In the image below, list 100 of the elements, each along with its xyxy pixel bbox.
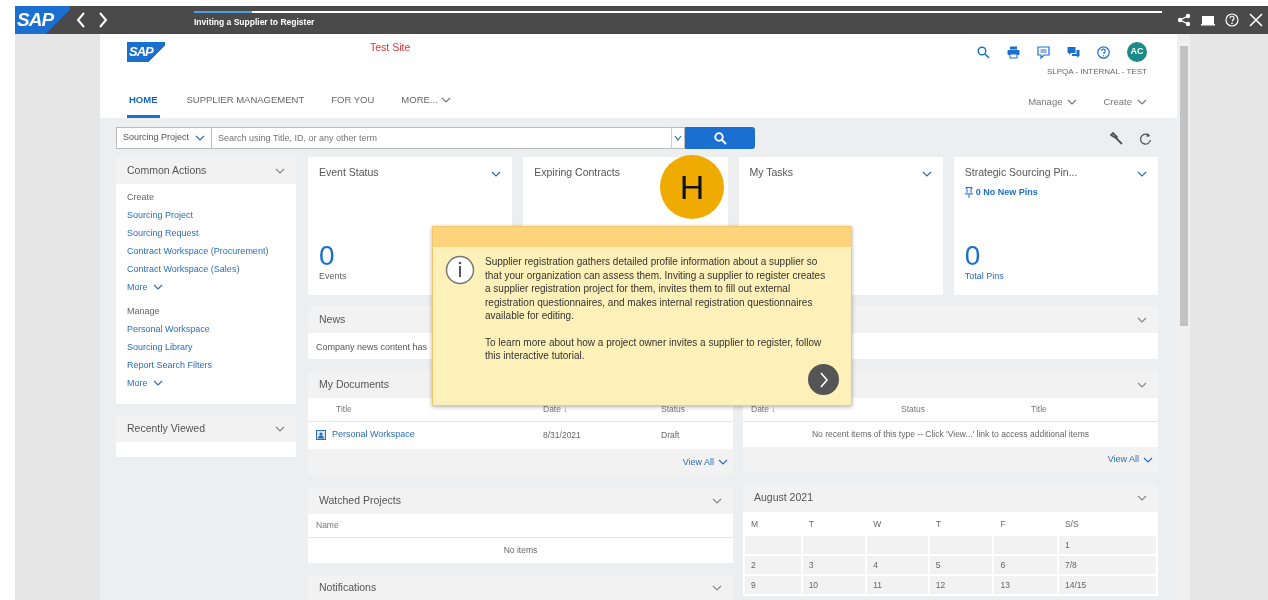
help-button[interactable]: [1097, 45, 1110, 59]
calendar-day[interactable]: 2: [745, 556, 801, 575]
chevron-down-icon: [1137, 98, 1147, 105]
panel-title: News: [319, 311, 346, 327]
action-link[interactable]: Contract Workspace (Sales): [127, 260, 240, 278]
nav-tab[interactable]: FOR YOU: [331, 92, 375, 118]
column-header[interactable]: Status: [893, 398, 1023, 422]
chevron-down-icon: [712, 497, 722, 504]
calendar-day[interactable]: 3: [802, 556, 866, 575]
chevron-right-icon: [818, 371, 829, 388]
customize-button[interactable]: [1110, 131, 1123, 145]
tile-title: Strategic Sourcing Pin...: [964, 165, 1078, 180]
tile-title: Event Status: [319, 165, 379, 180]
more-link[interactable]: More: [127, 278, 163, 296]
calendar-day[interactable]: 9: [745, 576, 801, 595]
walkthrough-title: Inviting a Supplier to Register: [194, 16, 315, 29]
panel-title: August 2021: [754, 490, 813, 506]
calendar-day[interactable]: 5: [929, 556, 993, 575]
chevron-down-icon: [1137, 381, 1147, 388]
action-link[interactable]: Sourcing Library: [127, 338, 193, 356]
chevron-down-icon: [195, 135, 206, 141]
column-header[interactable]: Name: [308, 514, 733, 538]
help-icon: [1097, 45, 1110, 59]
wrench-icon: [1110, 131, 1123, 145]
table-cell: 8/31/2021: [535, 421, 653, 450]
search-button[interactable]: [977, 45, 990, 59]
next-button[interactable]: [808, 364, 839, 395]
calendar-day[interactable]: 12: [929, 576, 993, 595]
chevron-down-icon: [152, 284, 163, 290]
caption-link[interactable]: Total Pins: [964, 269, 1004, 283]
chevron-down-icon: [712, 585, 722, 592]
calendar-day[interactable]: 11: [867, 576, 928, 595]
calendar-day[interactable]: 1: [1058, 536, 1156, 555]
chevron-down-icon: [275, 425, 285, 432]
logo: SAP: [127, 42, 165, 62]
share-icon: [1177, 13, 1191, 27]
search-button[interactable]: [685, 127, 756, 149]
search-field[interactable]: Search using Title, ID, or any other term: [212, 127, 672, 149]
nav-tab[interactable]: MORE...: [401, 92, 451, 118]
action-link[interactable]: Report Search Filters: [127, 356, 213, 374]
column-header[interactable]: Title: [1023, 398, 1158, 422]
calendar-day[interactable]: 6: [994, 556, 1057, 575]
tooltip-text: Supplier registration gathers detailed profile information about a supplier so that your organization can assess them. Inviting a supplier to register creates a supplier registration project for them, invites them to fill out external registration questionnaires, and makes internal registration questionnaires available for editing.: [485, 255, 827, 323]
panel-title: My Documents: [319, 376, 390, 392]
view-all-link[interactable]: View All: [1107, 452, 1153, 467]
nav-tab[interactable]: SUPPLIER MANAGEMENT: [186, 92, 305, 118]
chevron-down-icon: [1067, 98, 1078, 105]
chat-bubble-icon: [1037, 45, 1050, 59]
conversation-icon: [1067, 45, 1080, 59]
document-link[interactable]: Personal Workspace: [316, 427, 415, 442]
panel-title: Recently Viewed: [127, 420, 206, 436]
panel-title: Common Actions: [127, 162, 207, 178]
view-all-link[interactable]: View All: [682, 455, 728, 469]
tile-count: 0: [964, 241, 981, 270]
document-icon: [316, 429, 326, 440]
help-icon: [1225, 13, 1239, 27]
chevron-down-icon: [440, 96, 451, 103]
action-link[interactable]: Sourcing Request: [127, 224, 199, 242]
panel-title: Watched Projects: [319, 492, 401, 508]
section-heading: Manage: [127, 305, 161, 318]
refresh-button[interactable]: [1139, 131, 1152, 145]
menu-button[interactable]: Manage: [1028, 94, 1078, 118]
printer-button[interactable]: [1007, 45, 1020, 59]
panel-title: Notifications: [319, 580, 377, 596]
calendar-day[interactable]: 4: [867, 556, 928, 575]
tile-caption: Events: [319, 269, 347, 283]
conversation-button[interactable]: [1067, 45, 1080, 59]
dropdown-toggle[interactable]: [671, 127, 686, 149]
chevron-down-icon: [1137, 316, 1147, 323]
user-avatar[interactable]: AC: [1127, 42, 1147, 62]
tile-title: Expiring Contracts: [534, 165, 621, 180]
calendar-day[interactable]: 14/15: [1058, 576, 1156, 595]
action-link[interactable]: Personal Workspace: [127, 320, 210, 338]
menu-button[interactable]: Create: [1103, 94, 1147, 118]
calendar-day[interactable]: 7/8: [1058, 556, 1156, 575]
scrollbar[interactable]: [1177, 34, 1190, 600]
printer-icon: [1007, 45, 1020, 59]
pins-link[interactable]: 0 No New Pins: [964, 185, 1038, 200]
calendar-day[interactable]: 13: [994, 576, 1057, 595]
chevron-down-icon: [152, 380, 163, 386]
tile-count: 0: [319, 241, 335, 270]
chevron-down-icon: [1137, 495, 1147, 501]
calendar-day[interactable]: 10: [802, 576, 866, 595]
more-link[interactable]: More: [127, 374, 163, 392]
search-icon: [977, 45, 990, 59]
info-icon: [445, 255, 475, 285]
chat-bubble-button[interactable]: [1037, 45, 1050, 59]
section-heading: Create: [127, 191, 155, 204]
action-link[interactable]: Sourcing Project: [127, 206, 194, 224]
chevron-down-icon: [275, 167, 285, 174]
tile-title: My Tasks: [749, 165, 794, 180]
search-icon: [713, 131, 727, 145]
empty-message: No items: [308, 537, 733, 563]
action-link[interactable]: Contract Workspace (Procurement): [127, 242, 269, 260]
chevron-down-icon: [718, 459, 728, 466]
logo: SAP: [15, 6, 70, 34]
tooltip-text: To learn more about how a project owner invites a supplier to register, follow this interactive tutorial.: [485, 335, 823, 363]
chevron-down-icon: [1143, 456, 1153, 463]
account-label: SLPQA - INTERNAL - TEST: [1046, 66, 1147, 78]
scope-dropdown[interactable]: Sourcing Project: [116, 127, 213, 149]
